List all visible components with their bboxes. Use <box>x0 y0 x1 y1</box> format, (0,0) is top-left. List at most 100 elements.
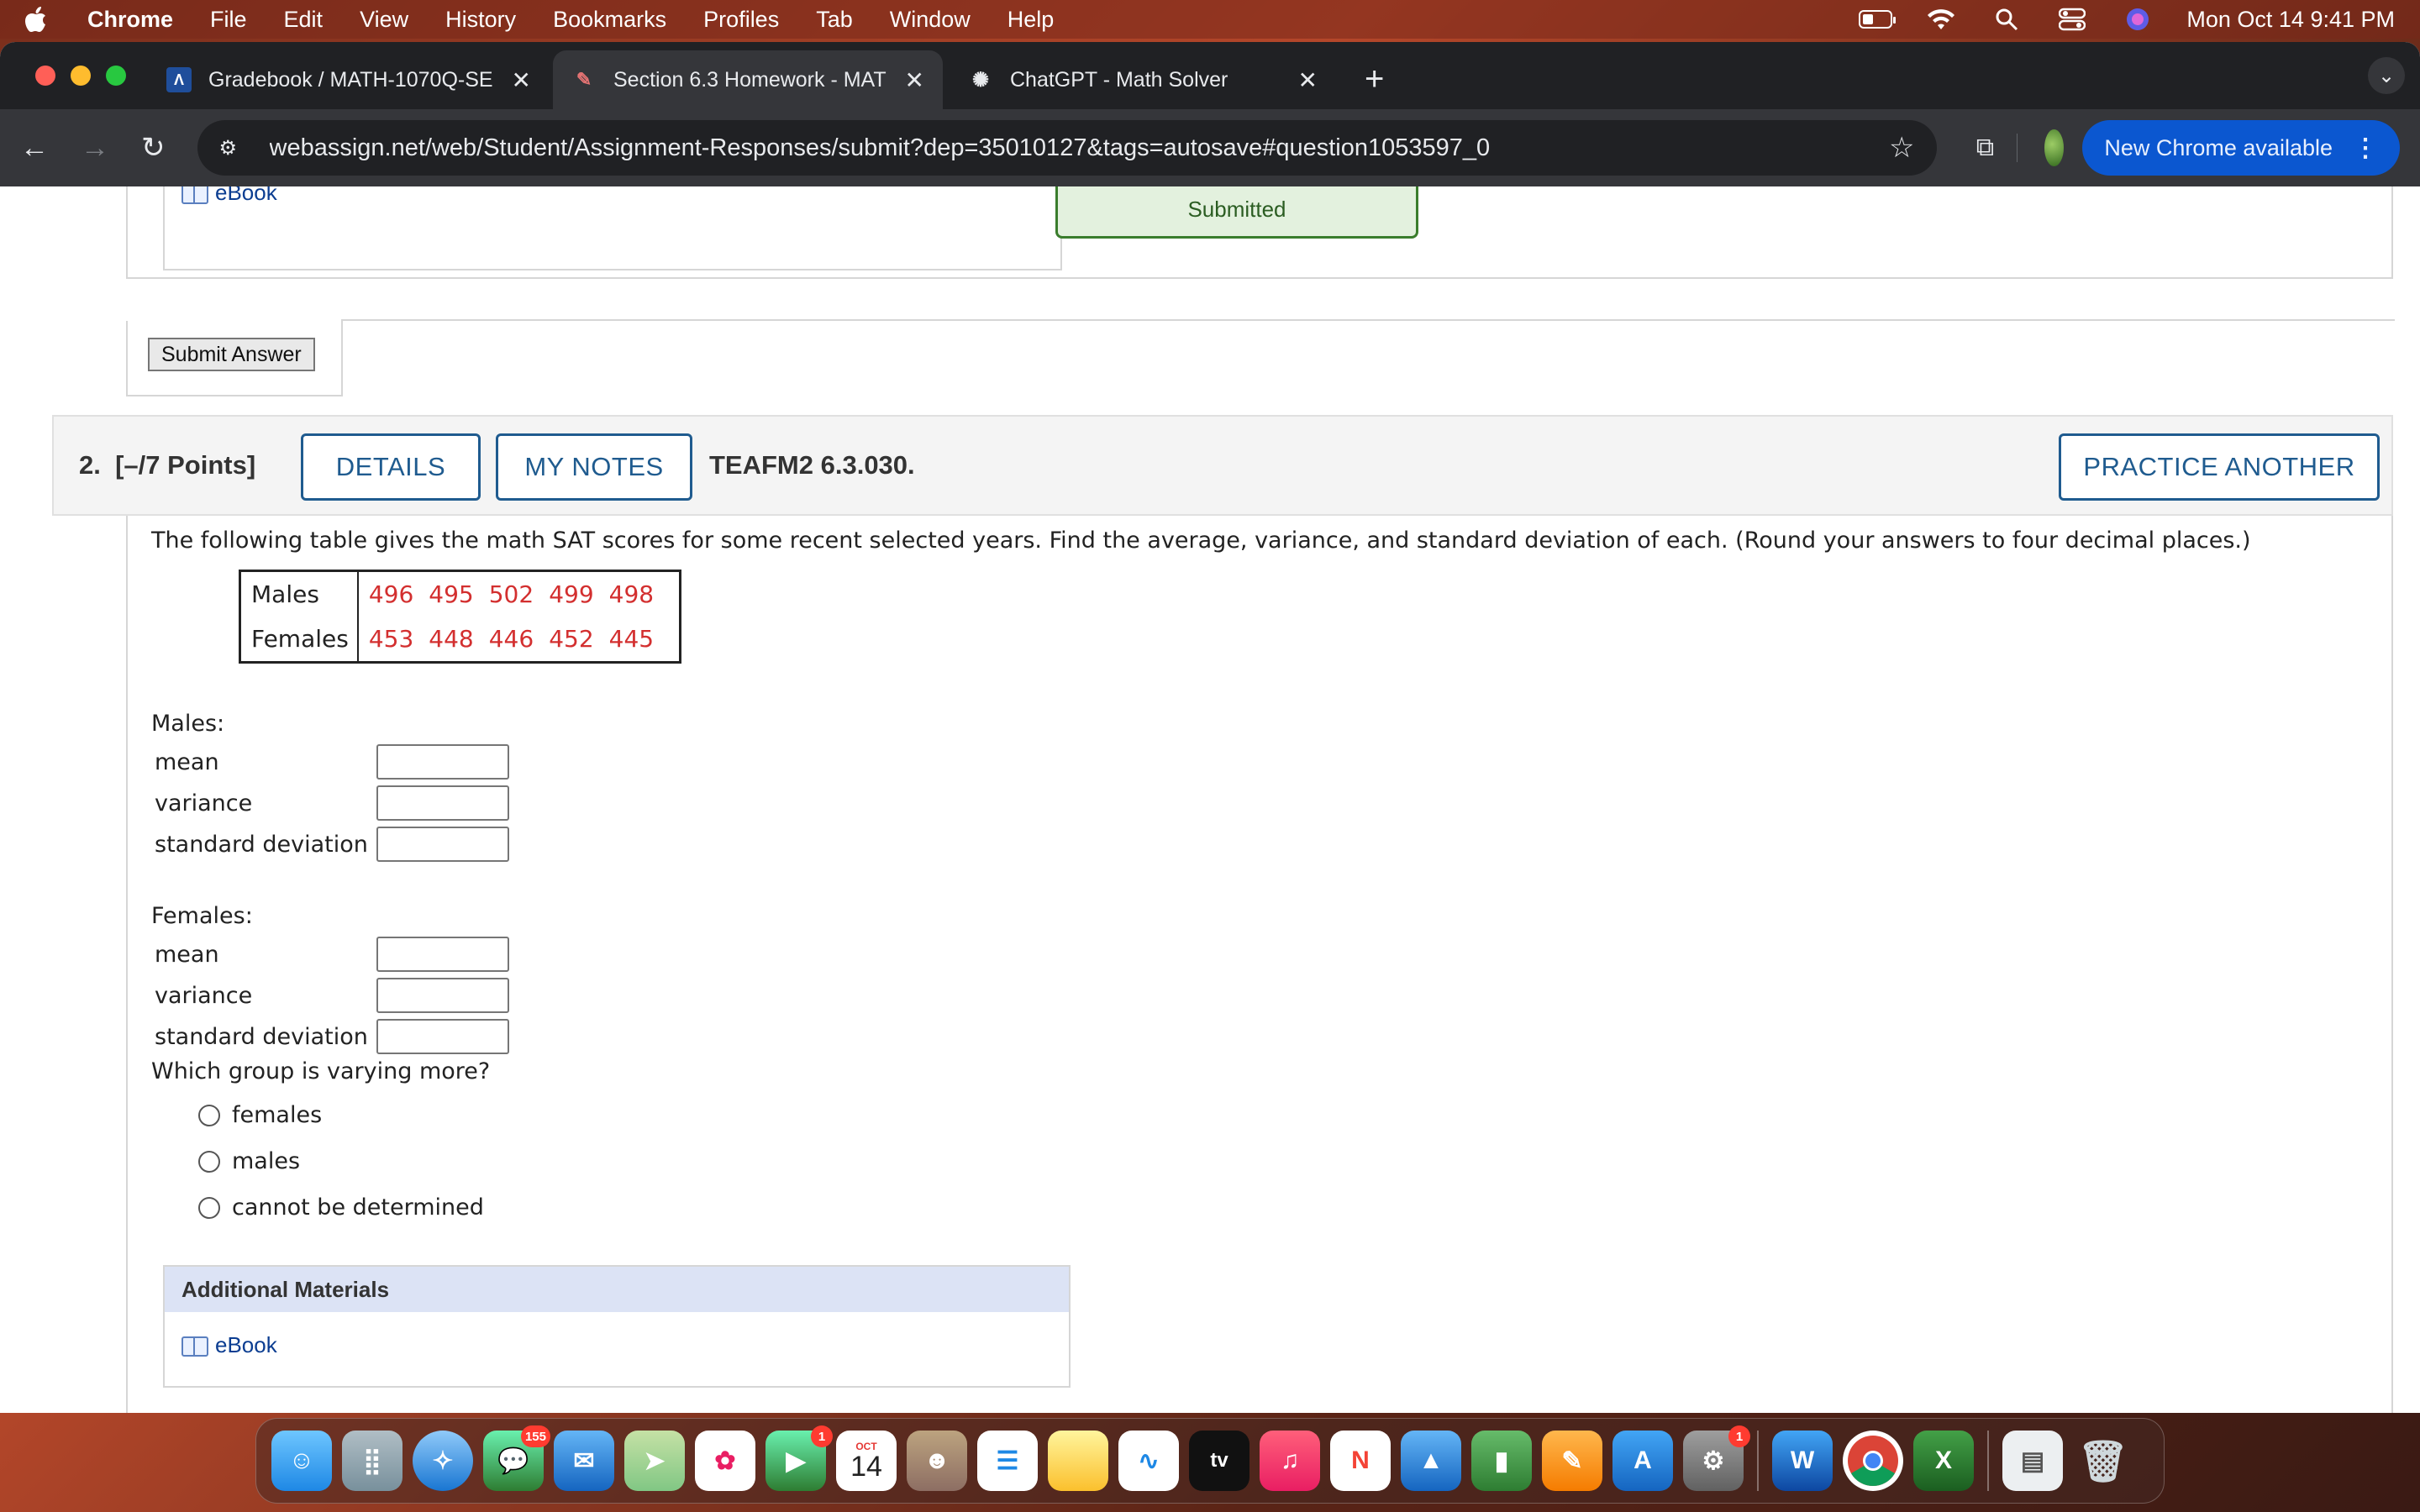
previous-ebook-link[interactable]: eBook <box>182 186 277 206</box>
table-cell: 498 <box>608 580 655 608</box>
menu-view[interactable]: View <box>360 7 408 33</box>
menu-file[interactable]: File <box>210 7 247 33</box>
back-arrow-icon[interactable]: ← <box>20 129 49 167</box>
system-settings-icon[interactable]: ⚙ 1 <box>1683 1425 1750 1491</box>
menu-window[interactable]: Window <box>890 7 971 33</box>
pages-icon[interactable]: ✎ <box>1542 1431 1602 1491</box>
bookmark-star-icon[interactable]: ☆ <box>1889 131 1914 165</box>
field-label: variance <box>155 790 253 816</box>
keynote-icon[interactable]: ▲ <box>1401 1431 1461 1491</box>
battery-icon[interactable] <box>1859 8 1897 31</box>
radio-button[interactable] <box>198 1196 220 1219</box>
table-cell: 452 <box>549 625 594 653</box>
table-cell: 446 <box>488 625 534 653</box>
menu-app-name[interactable]: Chrome <box>87 7 173 33</box>
option-males[interactable]: males <box>198 1148 300 1174</box>
menu-history[interactable]: History <box>445 7 516 33</box>
contacts-icon[interactable]: ☻ <box>907 1431 967 1491</box>
option-cannot-be-determined[interactable]: cannot be determined <box>198 1194 484 1221</box>
close-tab-icon[interactable]: ✕ <box>1298 66 1318 94</box>
reminders-icon[interactable]: ☰ <box>977 1431 1038 1491</box>
apple-menu-icon[interactable] <box>25 7 59 32</box>
profile-avatar[interactable] <box>2044 129 2065 166</box>
submit-answer-button[interactable]: Submit Answer <box>148 338 315 371</box>
messages-icon[interactable]: 💬 155 <box>483 1425 550 1491</box>
table-row: Females 453 448 446 452 445 <box>239 617 681 663</box>
minimize-window-button[interactable] <box>71 66 91 86</box>
tab-chatgpt[interactable]: ✺ ChatGPT - Math Solver ✕ <box>950 50 1336 109</box>
siri-icon[interactable] <box>2121 8 2154 31</box>
new-chrome-available-button[interactable]: New Chrome available ⋮ <box>2082 120 2400 176</box>
menu-profiles[interactable]: Profiles <box>703 7 779 33</box>
chrome-icon[interactable] <box>1843 1431 1903 1491</box>
males-mean-input[interactable] <box>376 744 509 780</box>
females-sd-row: standard deviation <box>155 1019 509 1054</box>
word-icon[interactable]: W <box>1772 1431 1833 1491</box>
field-label: mean <box>155 941 219 968</box>
menu-clock[interactable]: Mon Oct 14 9:41 PM <box>2186 7 2395 33</box>
spotlight-search-icon[interactable] <box>1990 8 2023 31</box>
tab-homework[interactable]: ✎ Section 6.3 Homework - MAT ✕ <box>553 50 943 109</box>
numbers-icon[interactable]: ▮ <box>1471 1431 1532 1491</box>
launchpad-icon[interactable]: ⣿ <box>342 1431 402 1491</box>
menu-tab[interactable]: Tab <box>816 7 853 33</box>
wifi-icon[interactable] <box>1924 8 1958 31</box>
my-notes-button[interactable]: MY NOTES <box>496 433 692 501</box>
ebook-link[interactable]: eBook <box>182 1332 1069 1358</box>
safari-icon[interactable]: ✧ <box>413 1431 473 1491</box>
forward-arrow-icon[interactable]: → <box>81 129 109 167</box>
app-store-icon[interactable]: A <box>1612 1431 1673 1491</box>
apple-tv-icon[interactable]: tv <box>1189 1431 1249 1491</box>
practice-another-button[interactable]: PRACTICE ANOTHER <box>2059 433 2380 501</box>
trash-icon[interactable]: 🗑 <box>2073 1431 2133 1491</box>
mail-icon[interactable]: ✉ <box>554 1431 614 1491</box>
table-row: Males 496 495 502 499 498 <box>239 570 681 617</box>
option-females[interactable]: females <box>198 1102 322 1128</box>
address-bar[interactable]: ⚙ webassign.net/web/Student/Assignment-R… <box>197 120 1937 176</box>
males-variance-input[interactable] <box>376 785 509 821</box>
news-icon[interactable]: N <box>1330 1431 1391 1491</box>
close-tab-icon[interactable]: ✕ <box>512 66 531 94</box>
ebook-link-label: eBook <box>215 186 277 205</box>
reload-icon[interactable]: ↻ <box>141 129 166 167</box>
more-menu-icon[interactable]: ⋮ <box>2353 134 2378 163</box>
table-cell: 502 <box>488 580 534 608</box>
females-sd-input[interactable] <box>376 1019 509 1054</box>
control-center-icon[interactable] <box>2055 8 2089 31</box>
menu-help[interactable]: Help <box>1007 7 1055 33</box>
maps-icon[interactable]: ➤ <box>624 1431 685 1491</box>
field-label: standard deviation <box>155 831 368 858</box>
details-button[interactable]: DETAILS <box>301 433 481 501</box>
extensions-icon[interactable]: ⧉ <box>1975 129 1996 167</box>
females-mean-input[interactable] <box>376 937 509 972</box>
radio-button[interactable] <box>198 1150 220 1173</box>
close-window-button[interactable] <box>35 66 55 86</box>
sat-scores-table: Males 496 495 502 499 498 Females 453 44… <box>239 570 682 664</box>
radio-button[interactable] <box>198 1104 220 1126</box>
excel-icon[interactable]: X <box>1913 1431 1974 1491</box>
males-sd-input[interactable] <box>376 827 509 862</box>
photos-icon[interactable]: ✿ <box>695 1431 755 1491</box>
facetime-icon[interactable]: ▶ 1 <box>765 1425 833 1491</box>
music-icon[interactable]: ♫ <box>1260 1431 1320 1491</box>
question-number-text: 2. <box>79 450 101 480</box>
calendar-icon[interactable]: OCT 14 <box>836 1431 897 1491</box>
freeform-icon[interactable]: ∿ <box>1118 1431 1179 1491</box>
documents-stack-icon[interactable]: ▤ <box>2002 1431 2063 1491</box>
zoom-window-button[interactable] <box>106 66 126 86</box>
menu-bookmarks[interactable]: Bookmarks <box>553 7 666 33</box>
menu-edit[interactable]: Edit <box>284 7 324 33</box>
notes-icon[interactable] <box>1048 1431 1108 1491</box>
tab-strip: Λ Gradebook / MATH-1070Q-SE ✕ ✎ Section … <box>0 42 2420 109</box>
females-variance-input[interactable] <box>376 978 509 1013</box>
field-label: mean <box>155 748 219 775</box>
finder-icon[interactable]: ☺ <box>271 1431 332 1491</box>
site-settings-icon[interactable]: ⚙ <box>219 134 246 161</box>
tab-title: Gradebook / MATH-1070Q-SE <box>208 67 493 92</box>
toolbar-divider <box>2017 134 2018 162</box>
tab-search-chevron-icon[interactable]: ⌄ <box>2368 57 2405 94</box>
close-tab-icon[interactable]: ✕ <box>905 66 924 94</box>
url-text[interactable]: webassign.net/web/Student/Assignment-Res… <box>270 134 1873 162</box>
new-tab-icon[interactable]: + <box>1365 60 1384 98</box>
tab-gradebook[interactable]: Λ Gradebook / MATH-1070Q-SE ✕ <box>148 50 550 109</box>
